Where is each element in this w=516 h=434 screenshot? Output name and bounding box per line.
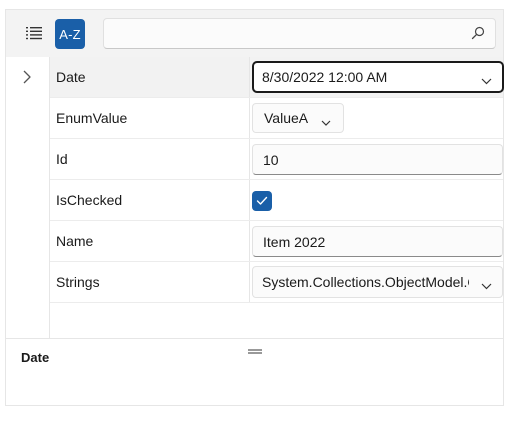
id-input[interactable]	[253, 145, 503, 174]
strings-value: System.Collections.ObjectModel.Observabl…	[262, 274, 469, 290]
property-label: Name	[56, 233, 94, 249]
search-input[interactable]	[104, 19, 474, 48]
property-label: EnumValue	[56, 110, 128, 126]
description-title: Date	[21, 350, 50, 365]
row-gutter	[6, 57, 49, 338]
toolbar: A-Z	[6, 10, 503, 57]
column-divider	[249, 98, 250, 138]
property-row-strings[interactable]: Strings System.Collections.ObjectModel.O…	[50, 262, 503, 303]
property-row-date[interactable]: Date 8/30/2022 12:00 AM	[50, 57, 504, 98]
chevron-down-icon[interactable]	[481, 277, 492, 293]
id-field[interactable]	[252, 144, 503, 175]
chevron-down-icon[interactable]	[321, 113, 331, 129]
date-picker[interactable]: 8/30/2022 12:00 AM	[252, 61, 504, 93]
sort-alphabetical-button[interactable]: A-Z	[55, 19, 85, 49]
property-row-name[interactable]: Name	[50, 221, 503, 262]
property-label: Date	[56, 69, 86, 85]
strings-dropdown[interactable]: System.Collections.ObjectModel.Observabl…	[252, 266, 503, 298]
column-divider	[249, 57, 250, 97]
column-divider	[249, 262, 250, 302]
column-divider	[249, 180, 250, 220]
date-value: 8/30/2022 12:00 AM	[262, 69, 388, 85]
property-grid: A-Z Date 8/30/2022 12:00 AM EnumValue Va…	[5, 9, 504, 406]
search-icon[interactable]	[471, 26, 485, 43]
checkmark-icon	[256, 193, 268, 209]
property-label: Strings	[56, 274, 100, 290]
grip-handle-icon[interactable]	[248, 342, 262, 358]
description-splitter[interactable]	[6, 338, 503, 339]
list-icon	[26, 26, 42, 43]
enum-value: ValueA	[264, 110, 309, 126]
search-box[interactable]	[103, 18, 496, 49]
enum-dropdown[interactable]: ValueA	[252, 103, 344, 133]
property-row-ischecked[interactable]: IsChecked	[50, 180, 503, 221]
property-label: IsChecked	[56, 192, 123, 208]
chevron-down-icon[interactable]	[481, 72, 492, 88]
property-row-enumvalue[interactable]: EnumValue ValueA	[50, 98, 503, 139]
column-divider	[249, 139, 250, 179]
name-input[interactable]	[253, 227, 503, 256]
categorized-view-button[interactable]	[19, 19, 49, 49]
ischecked-checkbox[interactable]	[252, 191, 272, 211]
property-row-id[interactable]: Id	[50, 139, 503, 180]
sort-az-label: A-Z	[59, 26, 81, 42]
name-field[interactable]	[252, 226, 503, 257]
chevron-right-icon[interactable]	[21, 69, 33, 88]
column-divider	[249, 221, 250, 261]
property-label: Id	[56, 151, 68, 167]
property-rows: Date 8/30/2022 12:00 AM EnumValue ValueA…	[49, 57, 504, 338]
